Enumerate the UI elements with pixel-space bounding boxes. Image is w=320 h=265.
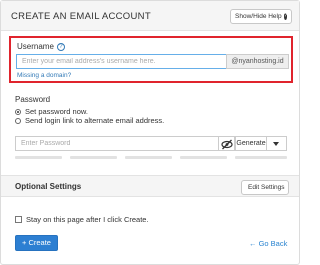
optional-settings-bar: Optional Settings Edit Settings <box>1 175 299 197</box>
optional-settings-title: Optional Settings <box>15 182 82 191</box>
password-strength-segment <box>235 156 287 159</box>
toggle-password-visibility-button[interactable] <box>219 136 235 151</box>
password-strength-segment <box>15 156 62 159</box>
username-input[interactable] <box>16 54 226 69</box>
generate-options-dropdown[interactable] <box>267 136 287 151</box>
stay-on-page-checkbox[interactable] <box>15 216 22 223</box>
password-strength-segment <box>70 156 117 159</box>
password-strength-segment <box>180 156 227 159</box>
show-hide-help-button[interactable]: Show/Hide Help ? <box>230 9 292 24</box>
radio-set-password-now[interactable]: Set password now. <box>15 107 88 116</box>
go-back-link[interactable]: ← Go Back <box>249 239 287 248</box>
generate-password-button[interactable]: Generate <box>235 136 267 151</box>
create-email-panel: CREATE AN EMAIL ACCOUNT Show/Hide Help ?… <box>0 0 300 265</box>
radio-send-login-link-control[interactable] <box>15 117 21 124</box>
password-strength-segment <box>125 156 172 159</box>
radio-set-password-now-label: Set password now. <box>25 107 88 116</box>
missing-domain-link[interactable]: Missing a domain? <box>17 72 71 79</box>
username-label-row: Username ? <box>17 42 65 51</box>
create-button[interactable]: + Create <box>15 235 58 251</box>
password-label: Password <box>15 95 51 104</box>
stay-on-page-label: Stay on this page after I click Create. <box>26 215 149 224</box>
eye-slash-icon <box>221 139 233 150</box>
help-icon: ? <box>283 13 287 20</box>
radio-send-login-link[interactable]: Send login link to alternate email addre… <box>15 116 164 125</box>
stay-on-page-option[interactable]: Stay on this page after I click Create. <box>15 215 149 224</box>
question-icon[interactable]: ? <box>56 42 65 51</box>
panel-header: CREATE AN EMAIL ACCOUNT Show/Hide Help ? <box>1 1 299 31</box>
domain-addon: @nyanhosting.id <box>226 54 289 69</box>
caret-down-icon <box>273 142 279 146</box>
page-title: CREATE AN EMAIL ACCOUNT <box>11 11 151 22</box>
password-input[interactable] <box>15 136 219 151</box>
show-hide-help-label: Show/Hide Help <box>235 13 282 20</box>
radio-send-login-link-label: Send login link to alternate email addre… <box>25 116 165 125</box>
username-label: Username <box>17 42 54 51</box>
username-section: Username ? @nyanhosting.id Missing a dom… <box>9 36 293 83</box>
edit-settings-button[interactable]: Edit Settings <box>241 180 289 195</box>
radio-set-password-now-control[interactable] <box>15 108 21 115</box>
edit-settings-label: Edit Settings <box>248 184 285 191</box>
